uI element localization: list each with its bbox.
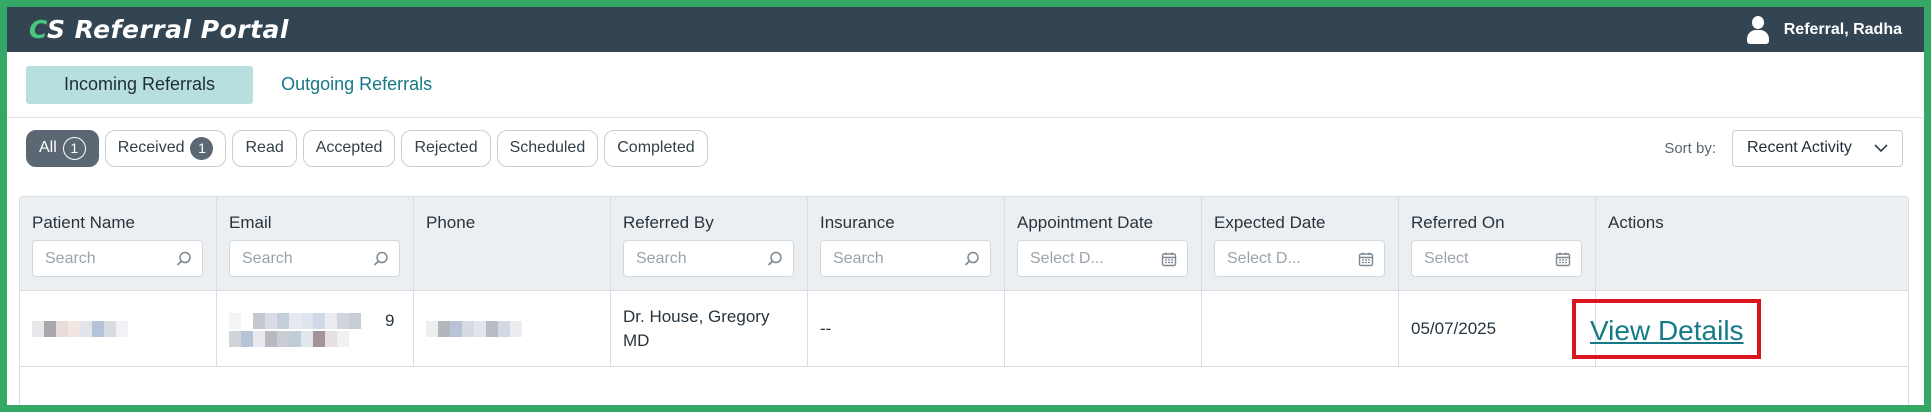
column-label: Phone bbox=[426, 213, 476, 232]
table-header-row: Patient Name Search Email Search Phone R… bbox=[20, 197, 1908, 291]
sort-value: Recent Activity bbox=[1747, 139, 1852, 156]
referral-tabs: Incoming Referrals Outgoing Referrals bbox=[7, 52, 1924, 118]
referred-by-search-input[interactable]: Search bbox=[623, 240, 794, 277]
column-referred-by: Referred By Search bbox=[611, 197, 808, 290]
redacted-patient-name bbox=[32, 320, 152, 337]
insurance-value: -- bbox=[820, 318, 832, 338]
patient-name-search-input[interactable]: Search bbox=[32, 240, 203, 277]
column-label: Referred By bbox=[623, 213, 714, 232]
brand-accent: C bbox=[29, 15, 47, 44]
column-label: Expected Date bbox=[1214, 213, 1326, 232]
user-name: Referral, Radha bbox=[1783, 20, 1902, 38]
email-search-input[interactable]: Search bbox=[229, 240, 400, 277]
brand-title: S Referral Portal bbox=[46, 15, 289, 44]
referred-on-value: 05/07/2025 bbox=[1411, 318, 1497, 338]
user-icon bbox=[1746, 15, 1770, 44]
redacted-email-line-1 bbox=[229, 312, 385, 329]
column-email: Email Search bbox=[217, 197, 414, 290]
calendar-icon bbox=[1555, 252, 1571, 266]
date-placeholder: Select D... bbox=[1227, 249, 1301, 267]
column-referred-on: Referred On Select bbox=[1399, 197, 1596, 290]
filter-chip-completed[interactable]: Completed bbox=[604, 129, 708, 167]
sort-control: Sort by: Recent Activity bbox=[1664, 129, 1903, 167]
expected-date-picker[interactable]: Select D... bbox=[1214, 240, 1385, 277]
referred-by-cell: Dr. House, Gregory MD bbox=[611, 291, 808, 366]
tab-incoming-referrals[interactable]: Incoming Referrals bbox=[26, 65, 254, 104]
referred-on-date-picker[interactable]: Select bbox=[1411, 240, 1582, 277]
app-frame: CS Referral Portal Referral, Radha Incom… bbox=[7, 7, 1924, 405]
calendar-icon bbox=[1358, 252, 1374, 266]
column-patient-name: Patient Name Search bbox=[20, 197, 217, 290]
appointment-date-cell bbox=[1005, 291, 1202, 366]
insurance-search-input[interactable]: Search bbox=[820, 240, 991, 277]
search-placeholder: Search bbox=[636, 249, 687, 267]
email-cell: 9 bbox=[217, 291, 414, 366]
chip-count: 1 bbox=[62, 136, 86, 160]
redacted-email-line-2 bbox=[229, 330, 385, 347]
column-phone: Phone bbox=[414, 197, 611, 290]
filter-chip-all[interactable]: All 1 bbox=[26, 129, 99, 167]
column-insurance: Insurance Search bbox=[808, 197, 1005, 290]
chip-count: 1 bbox=[190, 136, 214, 160]
column-label: Patient Name bbox=[32, 213, 135, 232]
search-icon bbox=[767, 251, 782, 266]
column-appointment-date: Appointment Date Select D... bbox=[1005, 197, 1202, 290]
filter-chip-scheduled[interactable]: Scheduled bbox=[496, 129, 599, 167]
appointment-date-picker[interactable]: Select D... bbox=[1017, 240, 1188, 277]
referrals-table: Patient Name Search Email Search Phone R… bbox=[19, 196, 1909, 405]
search-icon bbox=[373, 251, 388, 266]
column-label: Email bbox=[229, 213, 272, 232]
column-label: Actions bbox=[1608, 213, 1664, 232]
search-icon bbox=[964, 251, 979, 266]
column-label: Referred On bbox=[1411, 213, 1505, 232]
referred-on-cell: 05/07/2025 bbox=[1399, 291, 1596, 366]
date-placeholder: Select D... bbox=[1030, 249, 1104, 267]
brand-logo[interactable]: CS Referral Portal bbox=[29, 15, 289, 44]
sort-select[interactable]: Recent Activity bbox=[1732, 129, 1903, 167]
chevron-down-icon bbox=[1874, 143, 1888, 152]
search-placeholder: Search bbox=[242, 249, 293, 267]
filter-chip-read[interactable]: Read bbox=[232, 129, 297, 167]
chip-label: Received bbox=[117, 139, 185, 156]
column-actions: Actions bbox=[1596, 197, 1908, 290]
filter-chip-accepted[interactable]: Accepted bbox=[302, 129, 396, 167]
expected-date-cell bbox=[1202, 291, 1399, 366]
insurance-cell: -- bbox=[808, 291, 1005, 366]
table-row[interactable]: 9 Dr. House, Gregory MD -- 05/07/2025 Vi… bbox=[20, 291, 1908, 367]
tab-outgoing-referrals[interactable]: Outgoing Referrals bbox=[281, 66, 432, 104]
column-label: Appointment Date bbox=[1017, 213, 1154, 232]
view-details-link[interactable]: View Details bbox=[1572, 298, 1761, 359]
search-placeholder: Search bbox=[833, 249, 884, 267]
search-icon bbox=[176, 251, 191, 266]
redacted-phone bbox=[426, 320, 558, 337]
actions-cell: View Details bbox=[1572, 291, 1908, 366]
phone-cell bbox=[414, 291, 611, 366]
patient-name-cell bbox=[20, 291, 217, 366]
user-menu[interactable]: Referral, Radha bbox=[1746, 15, 1902, 44]
referred-by-value: Dr. House, Gregory MD bbox=[623, 306, 770, 350]
calendar-icon bbox=[1161, 252, 1177, 266]
filter-chip-rejected[interactable]: Rejected bbox=[401, 129, 491, 167]
top-bar: CS Referral Portal Referral, Radha bbox=[7, 7, 1924, 52]
column-expected-date: Expected Date Select D... bbox=[1202, 197, 1399, 290]
status-chips: All 1 Received 1 Read Accepted Rejected … bbox=[26, 129, 708, 167]
chip-label: All bbox=[39, 139, 57, 156]
status-filter-bar: All 1 Received 1 Read Accepted Rejected … bbox=[7, 118, 1924, 178]
email-visible-char: 9 bbox=[385, 310, 395, 330]
search-placeholder: Search bbox=[45, 249, 96, 267]
column-label: Insurance bbox=[820, 213, 895, 232]
sort-label: Sort by: bbox=[1664, 139, 1716, 157]
date-placeholder: Select bbox=[1424, 249, 1469, 267]
filter-chip-received[interactable]: Received 1 bbox=[104, 129, 227, 167]
